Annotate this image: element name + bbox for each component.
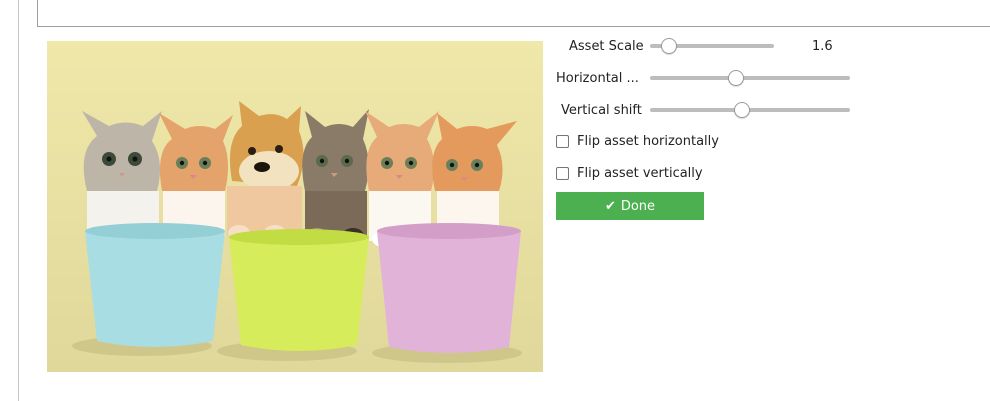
- asset-scale-value: 1.6: [812, 39, 833, 54]
- vertical-shift-slider[interactable]: [650, 102, 850, 118]
- vertical-shift-label: Vertical shift: [561, 103, 642, 118]
- check-icon: ✔: [604, 198, 616, 214]
- image-preview: [47, 41, 543, 372]
- slider-handle[interactable]: [660, 38, 677, 54]
- horizontal-shift-slider[interactable]: [650, 70, 850, 86]
- kittens-with-doge-asset-image: [47, 41, 543, 372]
- asset-scale-slider[interactable]: [650, 38, 774, 54]
- flip-horizontal-row[interactable]: Flip asset horizontally: [556, 134, 719, 149]
- flip-vertical-checkbox[interactable]: [556, 167, 569, 180]
- done-button[interactable]: ✔ Done: [556, 192, 704, 220]
- slider-track: [650, 108, 850, 112]
- flip-horizontal-label[interactable]: Flip asset horizontally: [577, 134, 719, 149]
- asset-scale-label: Asset Scale: [569, 39, 644, 54]
- horizontal-shift-label: Horizontal ...: [556, 71, 639, 86]
- slider-handle[interactable]: [728, 70, 744, 86]
- left-divider: [18, 0, 19, 401]
- flip-vertical-row[interactable]: Flip asset vertically: [556, 166, 703, 181]
- done-button-label: Done: [620, 198, 656, 214]
- slider-track: [650, 76, 850, 80]
- top-output-box: [37, 0, 990, 27]
- flip-vertical-label[interactable]: Flip asset vertically: [577, 166, 703, 181]
- slider-handle[interactable]: [734, 102, 750, 118]
- flip-horizontal-checkbox[interactable]: [556, 135, 569, 148]
